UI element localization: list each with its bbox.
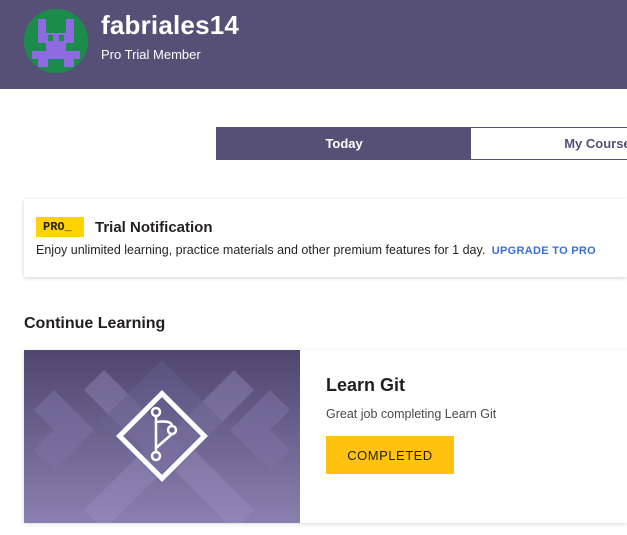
completed-button[interactable]: COMPLETED bbox=[326, 436, 454, 474]
profile-header: fabriales14 Pro Trial Member bbox=[0, 0, 627, 89]
trial-description: Enjoy unlimited learning, practice mater… bbox=[36, 243, 596, 257]
trial-title: Trial Notification bbox=[95, 219, 213, 236]
username: fabriales14 bbox=[101, 10, 240, 40]
course-title[interactable]: Learn Git bbox=[326, 375, 405, 396]
course-subtitle: Great job completing Learn Git bbox=[326, 407, 497, 421]
pro-badge: PRO_ bbox=[36, 217, 84, 237]
tab-today[interactable]: Today bbox=[217, 128, 472, 159]
upgrade-to-pro-link[interactable]: UPGRADE TO PRO bbox=[492, 245, 596, 257]
tab-my-courses[interactable]: My Courses bbox=[471, 128, 627, 159]
membership-status: Pro Trial Member bbox=[101, 47, 201, 62]
avatar[interactable] bbox=[24, 9, 88, 73]
course-card[interactable]: Learn Git Great job completing Learn Git… bbox=[24, 350, 627, 523]
course-image[interactable] bbox=[24, 350, 300, 523]
trial-notification-card: PRO_ Trial Notification Enjoy unlimited … bbox=[24, 199, 627, 277]
trial-description-text: Enjoy unlimited learning, practice mater… bbox=[36, 243, 486, 257]
continue-learning-heading: Continue Learning bbox=[24, 315, 166, 332]
course-banner bbox=[24, 350, 300, 523]
dashboard-tabs: Today My Courses bbox=[216, 127, 627, 160]
pixel-avatar-icon bbox=[24, 9, 88, 73]
